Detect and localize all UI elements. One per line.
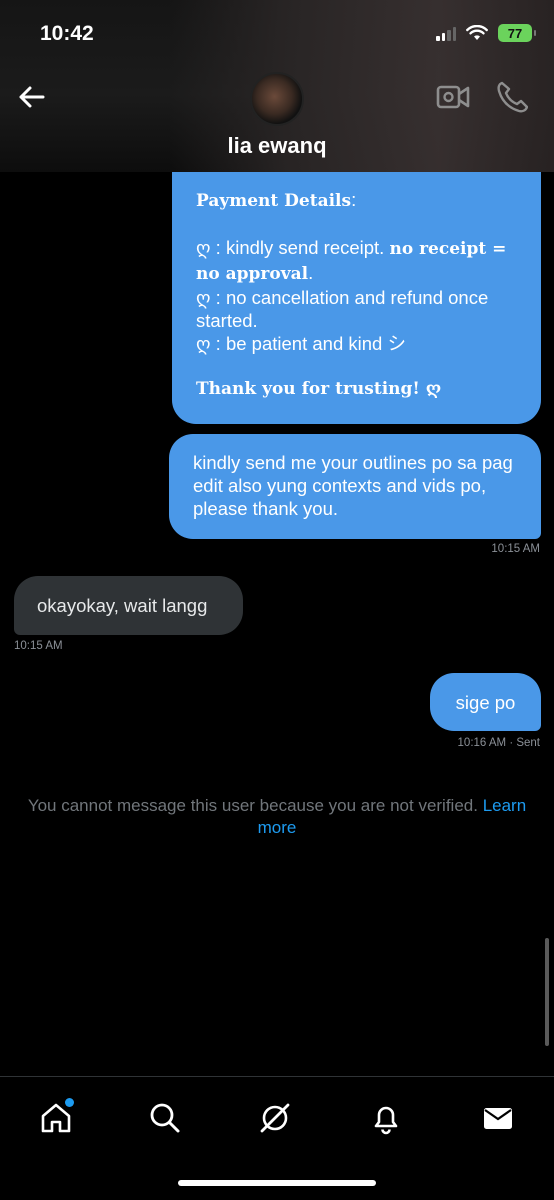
payment-thanks: Thank you for trusting! ღ	[196, 379, 442, 399]
message-bubble-sige[interactable]: sige po	[430, 673, 541, 731]
nav-search[interactable]	[145, 1098, 185, 1138]
notice-text: You cannot message this user because you…	[27, 796, 483, 815]
message-bubble-outlines[interactable]: kindly send me your outlines po sa pag e…	[169, 434, 541, 539]
payment-line-4: started.	[196, 310, 258, 331]
cellular-signal-icon	[436, 25, 456, 41]
message-timestamp: 10:15 AM	[491, 543, 540, 555]
mail-icon	[484, 1108, 512, 1129]
grok-icon	[260, 1103, 290, 1133]
payment-line-5: ღ : be patient and kind シ	[196, 333, 406, 354]
contact-name[interactable]: lia ewanq	[0, 133, 554, 159]
conversation-header: 10:42 77 lia ewanq	[0, 0, 554, 172]
nav-messages[interactable]	[478, 1098, 518, 1138]
message-bubble-received[interactable]: okayokay, wait langg	[14, 576, 243, 635]
learn-more-link-2[interactable]: more	[258, 818, 297, 837]
nav-notifications[interactable]	[366, 1098, 406, 1138]
home-indicator[interactable]	[178, 1180, 376, 1186]
payment-line-1: ღ : kindly send receipt.	[196, 237, 390, 258]
search-icon	[150, 1103, 180, 1133]
status-icons: 77	[436, 24, 536, 42]
scrollbar[interactable]	[545, 938, 549, 1046]
status-time: 10:42	[40, 22, 94, 45]
avatar[interactable]	[250, 72, 304, 126]
verification-notice: You cannot message this user because you…	[0, 795, 554, 839]
learn-more-link[interactable]: Learn	[483, 796, 526, 815]
nav-home[interactable]	[36, 1098, 76, 1138]
nav-grok[interactable]	[255, 1098, 295, 1138]
payment-title: Payment Details	[196, 191, 352, 211]
message-bubble-payment-details[interactable]: Payment Details: ღ : kindly send receipt…	[172, 172, 541, 424]
payment-line-1-bold: no receipt =	[389, 239, 507, 259]
payment-line-3: ღ : no cancellation and refund once	[196, 287, 489, 308]
payment-line-2-suffix: .	[308, 262, 314, 283]
wifi-icon	[466, 25, 488, 40]
message-timestamp: 10:15 AM	[14, 640, 63, 652]
message-timestamp-sent: 10:16 AM · Sent	[457, 737, 540, 749]
payment-line-2-bold: no approval	[196, 264, 309, 284]
phone-icon[interactable]	[496, 80, 528, 114]
arrow-left-icon[interactable]	[14, 80, 48, 114]
bell-icon	[374, 1106, 398, 1135]
video-icon[interactable]	[436, 82, 470, 112]
notification-dot	[65, 1098, 74, 1107]
battery-indicator: 77	[498, 24, 536, 42]
payment-title-colon: :	[351, 189, 357, 210]
